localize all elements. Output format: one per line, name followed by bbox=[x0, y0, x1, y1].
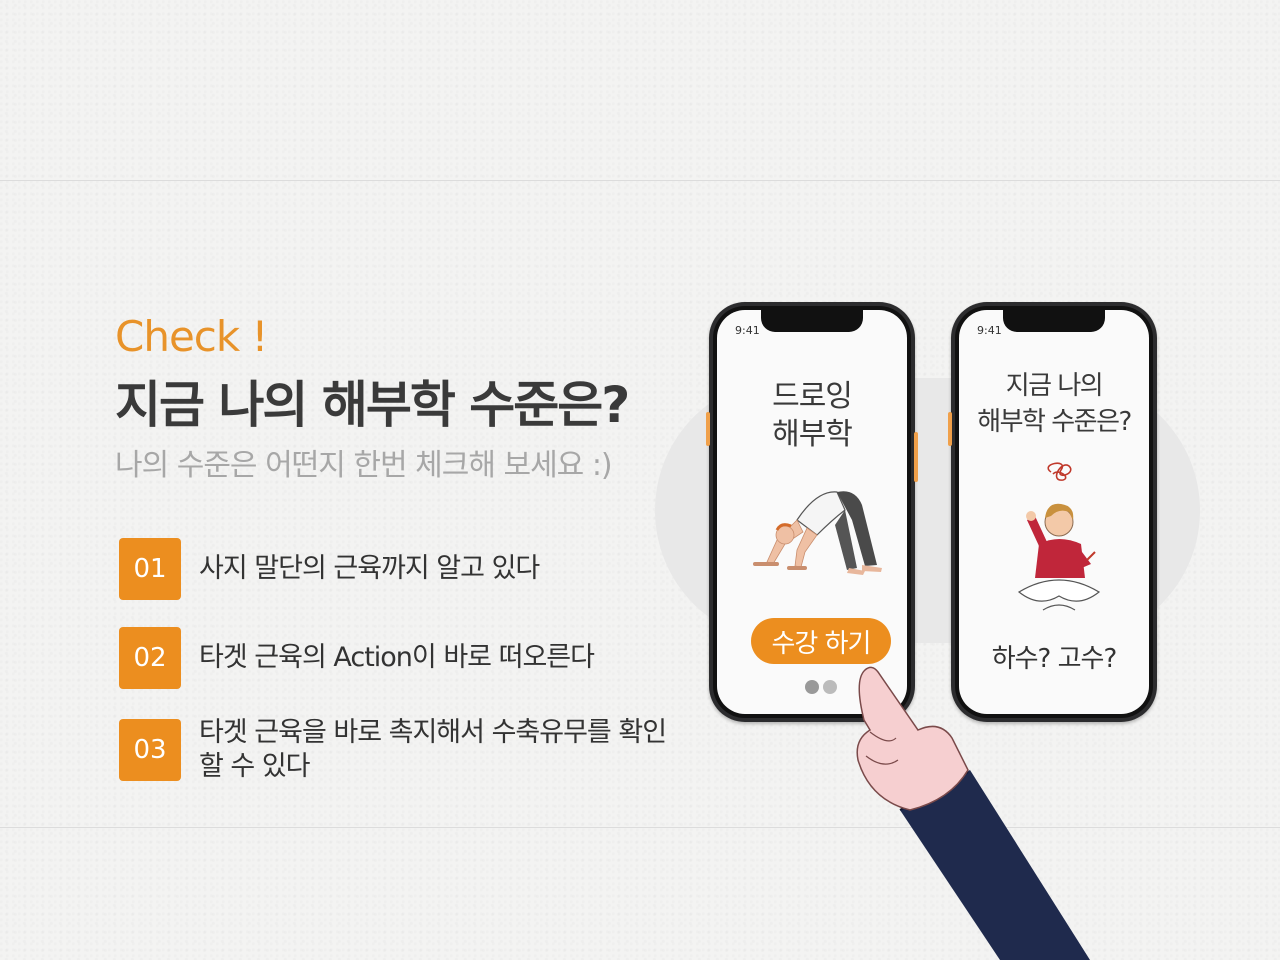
checklist-item-3: 03 타겟 근육을 바로 촉지해서 수축유무를 확인할 수 있다 bbox=[119, 716, 669, 784]
checklist-item-2: 02 타겟 근육의 Action이 바로 떠오른다 bbox=[119, 627, 659, 689]
item-number-badge: 02 bbox=[119, 627, 181, 689]
side-button bbox=[706, 412, 710, 446]
item-number-badge: 01 bbox=[119, 538, 181, 600]
status-time: 9:41 bbox=[977, 324, 1002, 337]
page-subtitle: 나의 수준은 어떤지 한번 체크해 보세요 :) bbox=[115, 448, 613, 483]
side-button bbox=[948, 412, 952, 446]
divider-top bbox=[0, 180, 1280, 181]
course-title-line-2: 해부학 bbox=[772, 417, 853, 452]
course-title-line-1: 드로잉 bbox=[772, 379, 853, 414]
status-time: 9:41 bbox=[735, 324, 760, 337]
phone-notch bbox=[761, 310, 863, 332]
phone-notch bbox=[1003, 310, 1105, 332]
phone-screen: 9:41 지금 나의 해부학 수준은? 하수? 고수? bbox=[959, 310, 1149, 714]
item-text: 사지 말단의 근육까지 알고 있다 bbox=[199, 553, 540, 584]
pointing-hand-illustration bbox=[856, 666, 1090, 960]
heading-block: Check ! 지금 나의 해부학 수준은? 나의 수준은 어떤지 한번 체크해… bbox=[115, 310, 675, 486]
quiz-title-line-2: 해부학 수준은? bbox=[977, 407, 1132, 437]
course-title: 드로잉 해부학 bbox=[717, 378, 907, 454]
item-text: 타겟 근육을 바로 촉지해서 수축유무를 확인할 수 있다 bbox=[199, 717, 667, 782]
checklist-item-1: 01 사지 말단의 근육까지 알고 있다 bbox=[119, 538, 659, 600]
item-text: 타겟 근육의 Action이 바로 떠오른다 bbox=[199, 642, 595, 673]
enroll-button[interactable]: 수강 하기 bbox=[751, 618, 891, 664]
confused-person-illustration bbox=[1017, 462, 1101, 611]
check-label: Check ! bbox=[115, 312, 268, 361]
page-dot-active[interactable] bbox=[805, 680, 819, 694]
page-indicator bbox=[805, 680, 837, 694]
phone-mockup-course: 9:41 드로잉 해부학 수강 하기 bbox=[706, 302, 918, 722]
quiz-title-line-1: 지금 나의 bbox=[1005, 371, 1104, 401]
quiz-title: 지금 나의 해부학 수준은? bbox=[959, 368, 1149, 440]
page-dot[interactable] bbox=[823, 680, 837, 694]
yoga-pose-illustration bbox=[753, 491, 882, 575]
item-number-badge: 03 bbox=[119, 719, 181, 781]
page-title: 지금 나의 해부학 수준은? bbox=[115, 376, 630, 434]
phone-mockup-quiz: 9:41 지금 나의 해부학 수준은? 하수? 고수? bbox=[948, 302, 1157, 722]
phone-screen: 9:41 드로잉 해부학 수강 하기 bbox=[717, 310, 907, 714]
side-button bbox=[914, 432, 918, 482]
